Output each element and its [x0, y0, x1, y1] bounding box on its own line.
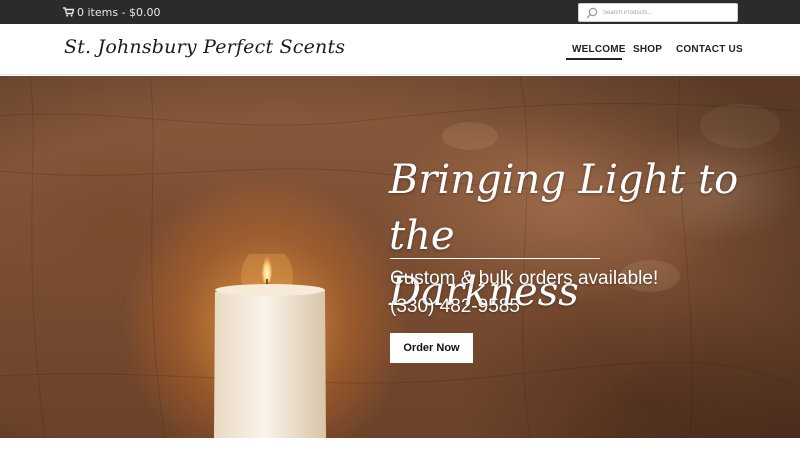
- order-now-button[interactable]: Order Now: [390, 333, 473, 363]
- top-bar: 0 items - $0.00: [0, 0, 800, 24]
- hero-headline: Bringing Light to the Darkness: [389, 152, 789, 320]
- search-box[interactable]: [578, 3, 738, 22]
- hero-subline: Custom & bulk orders available!: [390, 268, 659, 289]
- nav-welcome[interactable]: WELCOME: [572, 44, 626, 55]
- candle-image: [214, 254, 326, 438]
- search-icon: [586, 7, 598, 19]
- nav-active-indicator: [566, 58, 622, 60]
- site-header: St. Johnsbury Perfect Scents WELCOME SHO…: [0, 24, 800, 75]
- headline-divider: [390, 258, 600, 259]
- hero-headline-line-1: Bringing Light to the: [389, 157, 739, 259]
- cart-icon: [63, 7, 74, 17]
- cart-summary: 0 items - $0.00: [77, 5, 161, 19]
- mini-cart-link[interactable]: 0 items - $0.00: [63, 0, 161, 24]
- hero-phone-number[interactable]: (330) 482-9585: [390, 296, 520, 318]
- hero-banner: Bringing Light to the Darkness Custom & …: [0, 76, 800, 438]
- nav-contact-us[interactable]: CONTACT US: [676, 44, 743, 55]
- nav-shop[interactable]: SHOP: [633, 44, 662, 55]
- search-input[interactable]: [603, 6, 733, 19]
- page-below-hero: [0, 438, 800, 450]
- site-logo[interactable]: St. Johnsbury Perfect Scents: [64, 36, 345, 58]
